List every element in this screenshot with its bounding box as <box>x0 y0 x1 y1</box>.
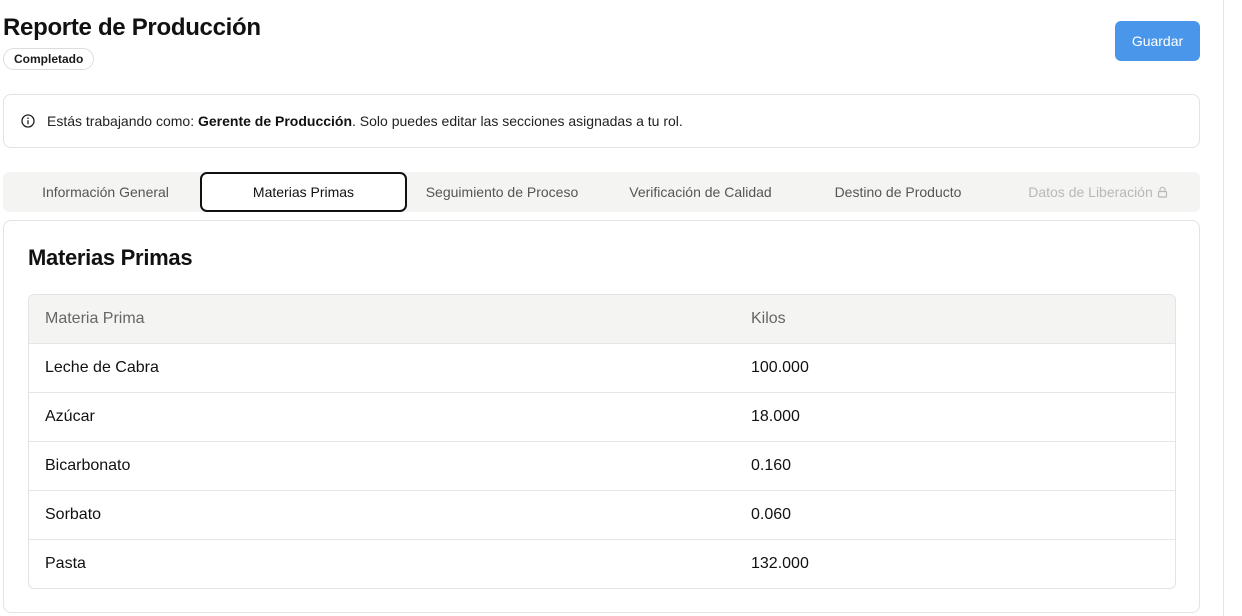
materias-primas-panel: Materias Primas Materia Prima Kilos Lech… <box>3 220 1200 613</box>
scrollbar-track[interactable] <box>1223 0 1224 616</box>
materias-primas-table: Materia Prima Kilos Leche de Cabra 100.0… <box>28 294 1176 589</box>
tab-informacion-general[interactable]: Información General <box>3 172 208 212</box>
tab-label: Verificación de Calidad <box>629 184 772 200</box>
tab-label: Información General <box>42 184 169 200</box>
kilos-cell: 132.000 <box>751 555 809 572</box>
lock-icon <box>1157 173 1168 213</box>
save-button[interactable]: Guardar <box>1115 21 1200 61</box>
section-tabs: Información General Materias Primas Segu… <box>3 172 1200 212</box>
material-cell: Sorbato <box>45 506 102 523</box>
tab-destino-de-producto[interactable]: Destino de Producto <box>803 172 993 212</box>
production-report-page: Reporte de Producción Completado Guardar… <box>0 0 1242 616</box>
material-cell: Pasta <box>45 555 86 572</box>
material-cell: Leche de Cabra <box>45 359 159 376</box>
tab-seguimiento-de-proceso[interactable]: Seguimiento de Proceso <box>407 172 597 212</box>
page-title: Reporte de Producción <box>3 14 261 41</box>
kilos-cell: 18.000 <box>751 408 800 425</box>
material-cell: Azúcar <box>45 408 95 425</box>
notice-prefix: Estás trabajando como: <box>47 113 195 129</box>
tab-label: Datos de Liberación <box>1028 184 1153 200</box>
tab-datos-de-liberacion: Datos de Liberación <box>998 172 1198 212</box>
table-header-row: Materia Prima Kilos <box>29 295 1175 344</box>
table-row: Sorbato 0.060 <box>29 491 1175 540</box>
column-header-kilos: Kilos <box>751 310 786 327</box>
kilos-cell: 0.060 <box>751 506 792 523</box>
status-badge: Completado <box>3 48 95 70</box>
tab-label: Materias Primas <box>252 184 355 200</box>
column-header-materia-prima: Materia Prima <box>45 310 145 327</box>
table-row: Azúcar 18.000 <box>29 393 1175 442</box>
tab-label: Destino de Producto <box>834 184 962 200</box>
notice-role: Gerente de Producción <box>197 113 353 129</box>
table-row: Bicarbonato 0.160 <box>29 442 1175 491</box>
material-cell: Bicarbonato <box>45 457 131 474</box>
tab-materias-primas[interactable]: Materias Primas <box>200 172 407 212</box>
tab-label: Seguimiento de Proceso <box>425 184 579 200</box>
kilos-cell: 0.160 <box>751 457 792 474</box>
section-title: Materias Primas <box>28 245 193 270</box>
info-icon <box>21 114 35 128</box>
kilos-cell: 100.000 <box>751 359 809 376</box>
notice-suffix: . Solo puedes editar las secciones asign… <box>352 113 683 129</box>
tab-verificacion-de-calidad[interactable]: Verificación de Calidad <box>603 172 798 212</box>
role-notice: Estás trabajando como: Gerente de Produc… <box>3 94 1200 148</box>
table-row: Pasta 132.000 <box>29 540 1175 588</box>
table-row: Leche de Cabra 100.000 <box>29 344 1175 393</box>
